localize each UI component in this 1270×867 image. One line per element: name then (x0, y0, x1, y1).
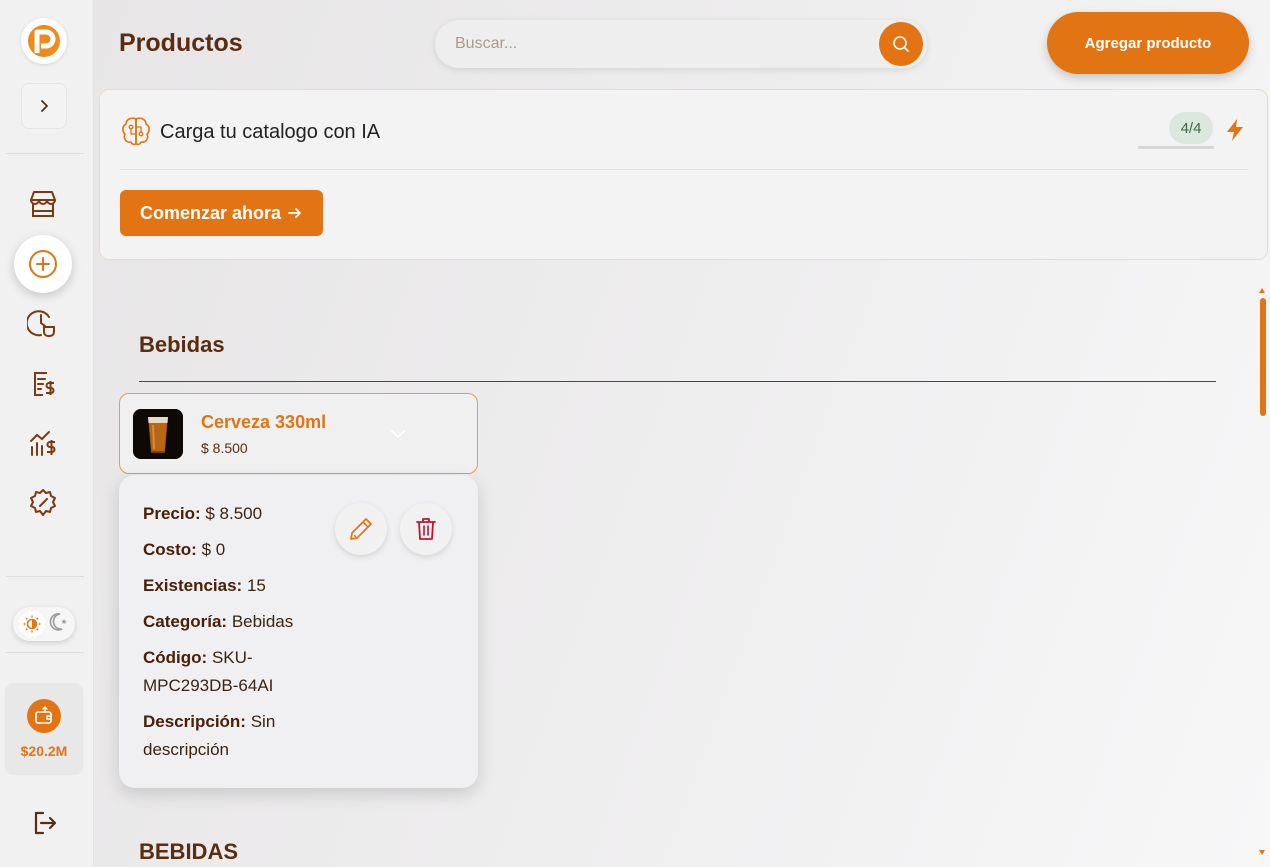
moon-icon[interactable] (49, 612, 69, 637)
logout-icon (34, 811, 57, 835)
page-title: Productos (119, 29, 243, 57)
trash-icon (416, 518, 436, 540)
start-now-label: Comenzar ahora (139, 202, 282, 223)
category-title: BEBIDAS (139, 839, 239, 864)
chart-dollar-icon (30, 431, 56, 456)
edit-product-button[interactable] (335, 503, 387, 555)
plus-circle-icon (29, 250, 57, 278)
balance-card[interactable]: $20.2M (5, 683, 83, 775)
delete-product-button[interactable] (400, 503, 452, 555)
search-icon (893, 36, 909, 52)
wallet-icon (27, 699, 61, 733)
sidebar-item-add[interactable] (14, 235, 72, 293)
scroll-thumb[interactable] (1260, 298, 1266, 416)
detail-precio: Precio: $ 8.500 (143, 504, 263, 523)
detail-costo: Costo: $ 0 (143, 540, 226, 559)
product-details-panel: Precio: $ 8.500 Costo: $ 0 Existencias: … (119, 475, 478, 788)
sidebar-item-settings[interactable] (14, 474, 72, 532)
logo-icon (28, 25, 60, 57)
detail-descripcion: Descripción: Sin descripción (143, 712, 276, 759)
expand-sidebar-button[interactable] (21, 83, 67, 129)
balance-amount: $20.2M (20, 743, 68, 759)
start-now-button[interactable]: Comenzar ahora (120, 190, 323, 236)
lightning-icon[interactable] (1224, 118, 1246, 147)
logout-button[interactable] (30, 808, 60, 838)
sidebar-divider (6, 153, 84, 154)
pencil-icon (350, 518, 372, 540)
sun-icon[interactable] (19, 611, 45, 637)
product-price: $ 8.500 (201, 440, 248, 456)
search-input[interactable] (455, 32, 855, 56)
sidebar-item-history[interactable] (14, 294, 72, 352)
ai-banner-title: Carga tu catalogo con IA (160, 121, 381, 143)
product-image (133, 409, 183, 459)
product-card[interactable]: Cerveza 330ml $ 8.500 (119, 393, 478, 474)
sidebar-item-invoices[interactable] (14, 354, 72, 412)
arrow-right-icon (288, 208, 301, 218)
chevron-down-icon[interactable] (388, 424, 408, 449)
settings-gear-icon (30, 489, 56, 516)
category-title: Bebidas (139, 332, 225, 357)
sidebar: $20.2M (0, 0, 94, 867)
category-divider (139, 381, 1216, 382)
store-icon (30, 191, 56, 217)
search-button[interactable] (879, 22, 923, 66)
sidebar-item-store[interactable] (14, 175, 72, 233)
theme-toggle[interactable] (13, 607, 75, 641)
scroll-down-arrow[interactable] (1259, 850, 1265, 855)
product-name: Cerveza 330ml (201, 412, 327, 432)
ai-catalog-banner: Carga tu catalogo con IA 4/4 Comenzar ah… (99, 89, 1268, 260)
ai-usage-counter: 4/4 (1169, 112, 1213, 144)
sidebar-divider (6, 576, 84, 577)
scrollbar[interactable] (1258, 288, 1268, 860)
scroll-up-arrow[interactable] (1259, 288, 1265, 293)
detail-existencias: Existencias: 15 (143, 576, 266, 595)
detail-categoria: Categoría: Bebidas (143, 612, 294, 631)
ai-usage-bar (1138, 146, 1214, 149)
brand-logo[interactable] (21, 18, 67, 64)
search-bar (435, 20, 927, 68)
detail-codigo: Código: SKU-MPC293DB-64AI (143, 648, 274, 695)
chevron-right-icon (41, 100, 48, 112)
sidebar-item-reports[interactable] (14, 414, 72, 472)
sidebar-divider (6, 652, 84, 653)
add-product-button[interactable]: Agregar producto (1047, 12, 1249, 74)
clock-cup-icon (27, 310, 55, 337)
invoice-dollar-icon (34, 372, 55, 396)
brain-icon (120, 115, 152, 147)
ai-banner-divider (120, 169, 1248, 170)
